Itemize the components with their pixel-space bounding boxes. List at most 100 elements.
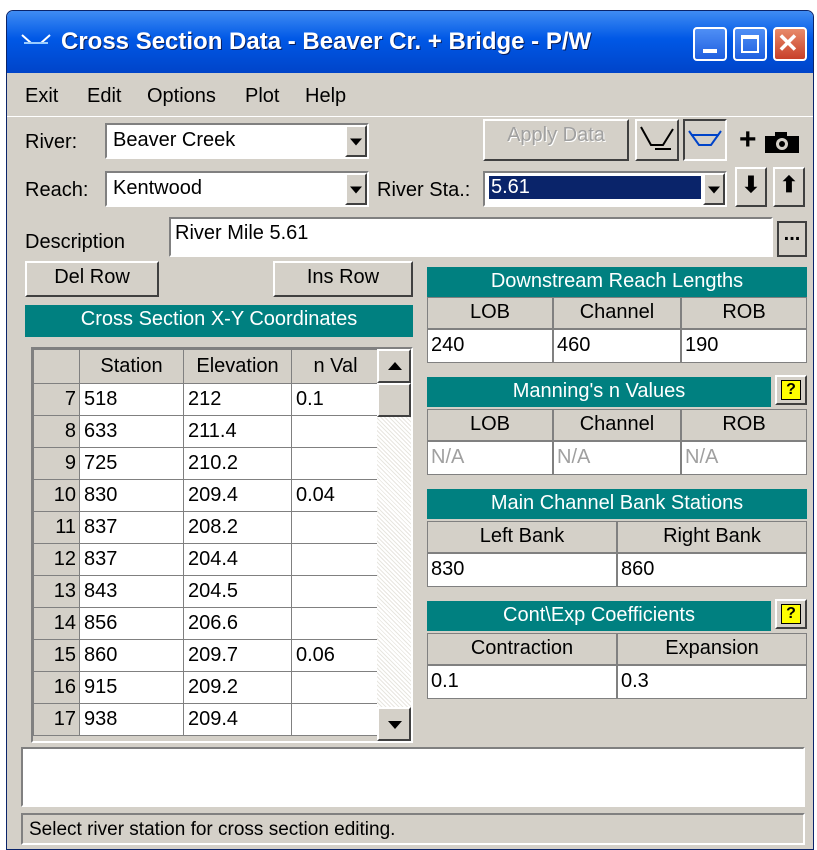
mannings-channel-input[interactable]: N/A	[553, 441, 681, 475]
row-number: 7	[33, 383, 80, 416]
add-plus-icon[interactable]: +	[739, 123, 757, 157]
menu-edit[interactable]: Edit	[87, 85, 121, 108]
next-station-down-button[interactable]: ⬇	[735, 167, 767, 207]
scroll-down-button[interactable]	[377, 707, 411, 741]
nval-cell[interactable]	[291, 511, 380, 544]
reach-dropdown[interactable]: Kentwood	[105, 171, 369, 207]
apply-data-button[interactable]: Apply Data	[483, 119, 629, 161]
nval-cell[interactable]	[291, 575, 380, 608]
camera-icon[interactable]	[763, 131, 803, 155]
elevation-cell[interactable]: 209.2	[183, 671, 292, 704]
nval-cell[interactable]	[291, 671, 380, 704]
nval-cell[interactable]: 0.1	[291, 383, 380, 416]
elevation-cell[interactable]: 210.2	[183, 447, 292, 480]
table-row[interactable]: 8 633 211.4	[33, 415, 380, 448]
station-cell[interactable]: 837	[79, 543, 184, 576]
contraction-header: Contraction	[427, 633, 617, 665]
nval-cell[interactable]	[291, 543, 380, 576]
right-bank-input[interactable]: 860	[617, 553, 807, 587]
station-cell[interactable]: 633	[79, 415, 184, 448]
table-row[interactable]: 15 860 209.7 0.06	[33, 639, 380, 672]
nval-cell[interactable]	[291, 703, 380, 736]
view-xs-button[interactable]	[683, 119, 727, 161]
menu-plot[interactable]: Plot	[245, 85, 279, 108]
title-bar[interactable]: Cross Section Data - Beaver Cr. + Bridge…	[7, 11, 813, 73]
menu-options[interactable]: Options	[147, 85, 216, 108]
elevation-cell[interactable]: 204.5	[183, 575, 292, 608]
reach-lob-input[interactable]: 240	[427, 329, 553, 363]
table-row[interactable]: 12 837 204.4	[33, 543, 380, 576]
nval-cell[interactable]: 0.06	[291, 639, 380, 672]
elevation-cell[interactable]: 208.2	[183, 511, 292, 544]
nval-cell[interactable]	[291, 447, 380, 480]
scroll-up-button[interactable]	[377, 349, 411, 383]
station-cell[interactable]: 843	[79, 575, 184, 608]
maximize-button[interactable]	[733, 27, 767, 61]
river-value: Beaver Creek	[113, 129, 236, 151]
mannings-help-button[interactable]: ?	[775, 375, 807, 405]
river-sta-dropdown[interactable]: 5.61	[483, 171, 727, 207]
reach-dropdown-arrow[interactable]	[345, 173, 367, 205]
reach-channel-input[interactable]: 460	[553, 329, 681, 363]
maximize-icon	[741, 35, 759, 53]
ellipsis-icon: ...	[783, 223, 801, 245]
reach-rob-input[interactable]: 190	[681, 329, 807, 363]
description-field[interactable]: River Mile 5.61	[169, 217, 773, 257]
mannings-rob-input[interactable]: N/A	[681, 441, 807, 475]
elevation-cell[interactable]: 211.4	[183, 415, 292, 448]
description-label: Description	[25, 231, 126, 253]
elevation-cell[interactable]: 209.4	[183, 703, 292, 736]
menu-exit[interactable]: Exit	[25, 85, 58, 108]
station-cell[interactable]: 518	[79, 383, 184, 416]
menu-help[interactable]: Help	[305, 85, 346, 108]
nval-cell[interactable]: 0.04	[291, 479, 380, 512]
station-cell[interactable]: 725	[79, 447, 184, 480]
table-row[interactable]: 13 843 204.5	[33, 575, 380, 608]
table-row[interactable]: 14 856 206.6	[33, 607, 380, 640]
elevation-cell[interactable]: 209.7	[183, 639, 292, 672]
nval-cell[interactable]	[291, 415, 380, 448]
river-dropdown-arrow[interactable]	[345, 125, 367, 157]
expansion-header: Expansion	[617, 633, 807, 665]
elevation-cell[interactable]: 206.6	[183, 607, 292, 640]
scroll-thumb[interactable]	[377, 383, 411, 417]
next-station-up-button[interactable]: ⬆	[773, 167, 805, 207]
river-dropdown[interactable]: Beaver Creek	[105, 123, 369, 159]
station-cell[interactable]: 915	[79, 671, 184, 704]
table-row[interactable]: 7 518 212 0.1	[33, 383, 380, 416]
ins-row-button[interactable]: Ins Row	[273, 261, 413, 297]
mannings-lob-input[interactable]: N/A	[427, 441, 553, 475]
station-cell[interactable]: 856	[79, 607, 184, 640]
station-cell[interactable]: 860	[79, 639, 184, 672]
river-sta-label: River Sta.:	[377, 179, 471, 201]
elevation-cell[interactable]: 204.4	[183, 543, 292, 576]
table-row[interactable]: 10 830 209.4 0.04	[33, 479, 380, 512]
expansion-input[interactable]: 0.3	[617, 665, 807, 699]
nval-cell[interactable]	[291, 607, 380, 640]
scroll-down-icon	[388, 721, 402, 729]
coords-grid[interactable]: Station Elevation n Val 7 518 212 0.1 8 633 21…	[31, 347, 413, 743]
table-row[interactable]: 11 837 208.2	[33, 511, 380, 544]
close-button[interactable]: ✕	[773, 27, 807, 61]
station-cell[interactable]: 837	[79, 511, 184, 544]
col-header-nval[interactable]: n Val	[291, 349, 380, 384]
description-more-button[interactable]: ...	[777, 221, 807, 257]
station-cell[interactable]: 938	[79, 703, 184, 736]
elevation-cell[interactable]: 212	[183, 383, 292, 416]
coefficients-help-button[interactable]: ?	[775, 599, 807, 629]
plot-xs-button[interactable]	[635, 119, 679, 161]
river-sta-dropdown-arrow[interactable]	[703, 173, 725, 205]
table-row[interactable]: 9 725 210.2	[33, 447, 380, 480]
del-row-button[interactable]: Del Row	[25, 261, 159, 297]
table-row[interactable]: 16 915 209.2	[33, 671, 380, 704]
minimize-button[interactable]	[693, 27, 727, 61]
station-cell[interactable]: 830	[79, 479, 184, 512]
del-row-label: Del Row	[54, 266, 130, 288]
coords-scrollbar[interactable]	[377, 349, 411, 741]
table-row[interactable]: 17 938 209.4	[33, 703, 380, 736]
contraction-input[interactable]: 0.1	[427, 665, 617, 699]
col-header-elevation[interactable]: Elevation	[183, 349, 292, 384]
left-bank-input[interactable]: 830	[427, 553, 617, 587]
col-header-station[interactable]: Station	[79, 349, 184, 384]
elevation-cell[interactable]: 209.4	[183, 479, 292, 512]
